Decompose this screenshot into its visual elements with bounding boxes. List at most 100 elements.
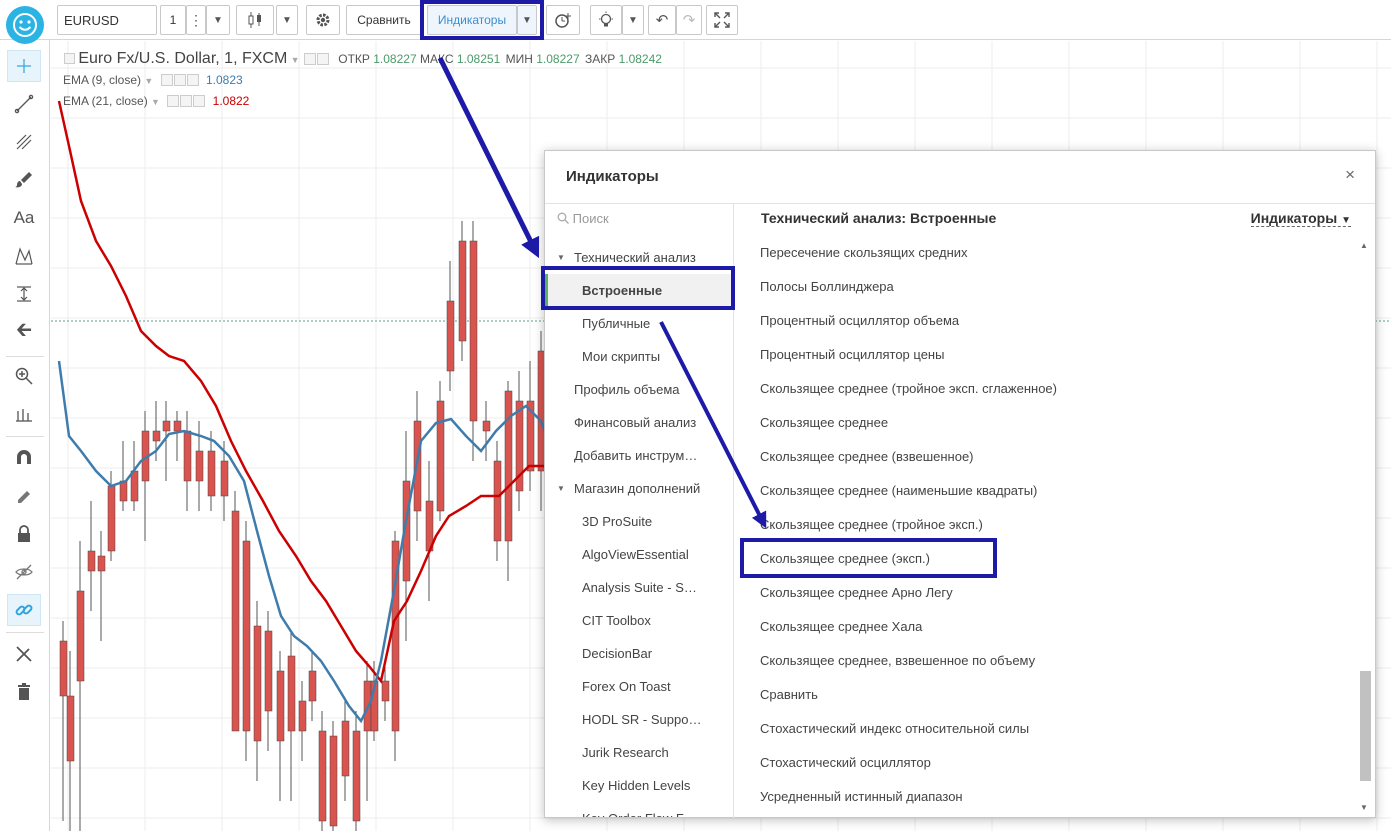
category-item[interactable]: Профиль объема — [545, 373, 733, 406]
ema21-dropdown-icon[interactable]: ▼ — [151, 97, 160, 107]
ideas-dropdown-icon[interactable]: ▼ — [622, 5, 644, 35]
tools-icon[interactable] — [7, 638, 41, 670]
close-icon[interactable]: × — [1345, 165, 1355, 185]
indicator-item[interactable]: Пересечение скользящих средних — [760, 245, 968, 260]
candle-body — [446, 300, 455, 372]
pencil-lock-icon[interactable] — [7, 480, 41, 512]
category-item[interactable]: CIT Toolbox — [545, 604, 733, 637]
lightbulb-icon[interactable] — [590, 5, 622, 35]
scroll-thumb[interactable] — [1360, 671, 1371, 781]
ema21-eye-icon[interactable] — [167, 95, 180, 107]
category-menu: ▼ Технический анализ Встроенные Публичные Мо… — [545, 241, 733, 817]
indicator-item[interactable]: Скользящее среднее (наименьшие квадраты) — [760, 483, 1037, 498]
indicator-item[interactable]: Сравнить — [760, 687, 818, 702]
ema21-remove-icon[interactable] — [193, 95, 206, 107]
category-item[interactable]: Key Hidden Levels — [545, 769, 733, 802]
indicator-item[interactable]: Скользящее среднее (тройное эксп.) — [760, 517, 983, 532]
indicators-type-dropdown[interactable]: Индикаторы ▼ — [1250, 210, 1351, 227]
hide-eye-icon[interactable] — [7, 556, 41, 588]
ema9-settings-icon[interactable] — [173, 74, 186, 86]
smiley-logo-icon[interactable] — [6, 6, 44, 44]
arrow-left-icon[interactable]: 🡰 — [7, 316, 41, 348]
category-item[interactable]: DecisionBar — [545, 637, 733, 670]
trend-line-icon[interactable] — [7, 88, 41, 120]
candle-body — [469, 240, 478, 422]
redo-icon[interactable]: ↷ — [676, 5, 702, 35]
candle-body — [329, 735, 338, 827]
candle-body — [152, 430, 161, 442]
category-item[interactable]: Analysis Suite - S… — [545, 571, 733, 604]
lock-icon[interactable] — [7, 518, 41, 550]
chevron-down-icon: ▼ — [1341, 215, 1351, 226]
indicator-item[interactable]: Усредненный истинный диапазон — [760, 789, 963, 804]
legend-settings-icon[interactable] — [316, 53, 329, 65]
indicator-item[interactable]: Скользящее среднее Арно Легу — [760, 585, 953, 600]
legend-eye-icon[interactable] — [303, 53, 316, 65]
category-item[interactable]: Мои скрипты — [545, 340, 733, 373]
alarm-clock-icon[interactable] — [546, 5, 580, 35]
more-icon[interactable]: ⋮ — [186, 5, 206, 35]
list-scrollbar[interactable]: ▲ ▼ — [1355, 237, 1375, 817]
interval-button[interactable]: 1 — [160, 5, 186, 35]
indicator-item[interactable]: Процентный осциллятор цены — [760, 347, 944, 362]
category-item[interactable]: Добавить инструм… — [545, 439, 733, 472]
symbol-input[interactable]: EURUSD — [57, 5, 157, 35]
candles-icon[interactable] — [236, 5, 274, 35]
collapse-legend-icon[interactable] — [64, 53, 75, 64]
category-header: Технический анализ: Встроенные — [761, 210, 997, 226]
interval-dropdown-icon[interactable]: ▼ — [206, 5, 230, 35]
category-item[interactable]: Forex On Toast — [545, 670, 733, 703]
undo-icon[interactable]: ↶ — [648, 5, 676, 35]
search-input[interactable]: Поиск — [557, 211, 609, 226]
magnet-icon[interactable] — [7, 442, 41, 474]
indicator-item[interactable]: Стохастический осциллятор — [760, 755, 931, 770]
pattern-icon[interactable] — [7, 240, 41, 272]
link-icon[interactable] — [7, 594, 41, 626]
text-tool-icon[interactable]: Aa — [7, 202, 41, 234]
trash-icon[interactable] — [7, 676, 41, 708]
compare-button[interactable]: Сравнить — [346, 5, 422, 35]
category-item[interactable]: 3D ProSuite — [545, 505, 733, 538]
indicator-item[interactable]: Полосы Боллинджера — [760, 279, 894, 294]
scroll-down-icon[interactable]: ▼ — [1360, 803, 1368, 812]
ruler-icon[interactable] — [7, 398, 41, 430]
candle-body — [107, 485, 116, 552]
symbol-title: Euro Fx/U.S. Dollar, 1, FXCM — [78, 50, 288, 67]
indicator-item[interactable]: Стохастический индекс относительной силы — [760, 721, 1029, 736]
legend-dropdown-icon[interactable]: ▼ — [291, 55, 300, 65]
pitchfork-icon[interactable] — [7, 126, 41, 158]
measure-icon[interactable] — [7, 278, 41, 310]
category-item[interactable]: ▼ Магазин дополнений — [545, 472, 733, 505]
ema9-remove-icon[interactable] — [186, 74, 199, 86]
ema21-settings-icon[interactable] — [180, 95, 193, 107]
fullscreen-icon[interactable] — [706, 5, 738, 35]
category-item[interactable]: Публичные — [545, 307, 733, 340]
indicator-item[interactable]: Скользящее среднее, взвешенное по объему — [760, 653, 1035, 668]
candle-body — [173, 420, 182, 432]
ema9-eye-icon[interactable] — [160, 74, 173, 86]
category-item[interactable]: Jurik Research — [545, 736, 733, 769]
category-item[interactable]: Key Order Flow F… — [545, 802, 733, 817]
candle-body — [264, 630, 273, 712]
ema9-dropdown-icon[interactable]: ▼ — [144, 76, 153, 86]
chart-type-dropdown-icon[interactable]: ▼ — [276, 5, 298, 35]
indicator-item[interactable]: Скользящее среднее — [760, 415, 888, 430]
settings-gear-icon[interactable] — [306, 5, 340, 35]
crosshair-icon[interactable] — [7, 50, 41, 82]
brush-icon[interactable] — [7, 164, 41, 196]
candle-body — [493, 460, 502, 542]
scroll-up-icon[interactable]: ▲ — [1360, 241, 1368, 250]
drawing-toolbar: Aa 🡰 — [0, 40, 50, 831]
zoom-in-icon[interactable] — [7, 360, 41, 392]
category-item[interactable]: AlgoViewEssential — [545, 538, 733, 571]
category-item[interactable]: Финансовый анализ — [545, 406, 733, 439]
highlight-ema-item — [740, 538, 997, 578]
indicator-item[interactable]: Скользящее среднее (взвешенное) — [760, 449, 974, 464]
category-item[interactable]: HODL SR - Suppo… — [545, 703, 733, 736]
indicator-item[interactable]: Скользящее среднее (тройное эксп. сглаже… — [760, 381, 1057, 396]
candle-body — [318, 730, 327, 822]
indicator-item[interactable]: Процентный осциллятор объема — [760, 313, 959, 328]
indicators-dialog: Индикаторы × Поиск ▼ Технический анализ Вс… — [544, 150, 1376, 818]
indicator-item[interactable]: Скользящее среднее Хала — [760, 619, 922, 634]
candle-body — [504, 390, 513, 542]
